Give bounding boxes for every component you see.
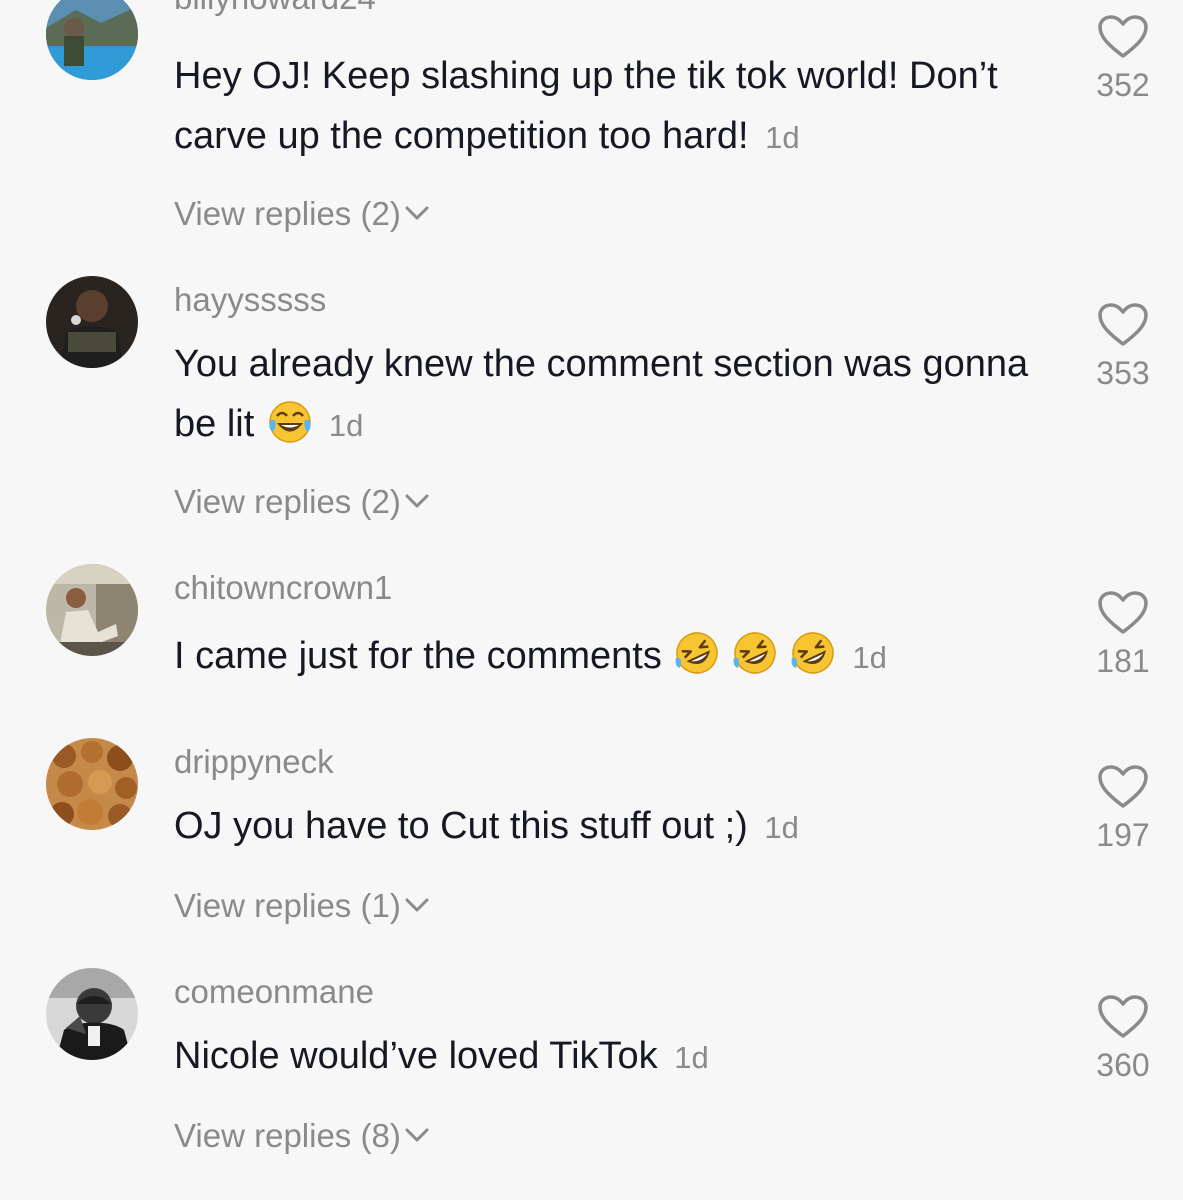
like-count: 197 xyxy=(1096,817,1150,853)
face-with-tears-of-joy-icon xyxy=(265,396,315,446)
avatar[interactable] xyxy=(46,276,138,368)
comment-body: Hey OJ! Keep slashing up the tik tok wor… xyxy=(174,55,998,157)
view-replies-button[interactable]: View replies (1) xyxy=(174,886,431,926)
view-replies-button[interactable]: View replies (2) xyxy=(174,482,431,522)
rolling-on-floor-laughing-icon xyxy=(730,628,780,678)
chevron-down-icon xyxy=(403,491,431,511)
like-count: 181 xyxy=(1096,643,1150,679)
heart-icon[interactable] xyxy=(1097,14,1149,60)
comment-username[interactable]: drippyneck xyxy=(174,742,334,782)
like-control: 352 xyxy=(1080,14,1166,104)
like-control: 353 xyxy=(1080,302,1166,392)
like-count: 353 xyxy=(1096,355,1150,391)
comment-text: You already knew the comment section was… xyxy=(174,334,1054,456)
like-control: 360 xyxy=(1080,994,1166,1084)
avatar[interactable] xyxy=(46,968,138,1060)
rolling-on-floor-laughing-icon xyxy=(672,628,722,678)
avatar[interactable] xyxy=(46,738,138,830)
like-control: 197 xyxy=(1080,764,1166,854)
comment-list: billyhoward24 Hey OJ! Keep slashing up t… xyxy=(0,0,1183,1200)
heart-icon[interactable] xyxy=(1097,302,1149,348)
view-replies-button[interactable]: View replies (2) xyxy=(174,194,431,234)
avatar[interactable] xyxy=(46,564,138,656)
avatar[interactable] xyxy=(46,0,138,80)
like-count: 360 xyxy=(1096,1047,1150,1083)
view-replies-label: View replies (8) xyxy=(174,1117,401,1154)
chevron-down-icon xyxy=(403,1125,431,1145)
comment-body: Nicole would’ve loved TikTok xyxy=(174,1035,658,1077)
chevron-down-icon xyxy=(403,203,431,223)
comment-username[interactable]: comeonmane xyxy=(174,972,374,1012)
heart-icon[interactable] xyxy=(1097,994,1149,1040)
comment-text: Nicole would’ve loved TikTok 1d xyxy=(174,1026,1054,1088)
comment-text: OJ you have to Cut this stuff out ;) 1d xyxy=(174,796,1054,858)
like-count: 352 xyxy=(1096,67,1150,103)
comment-username[interactable]: billyhoward24 xyxy=(174,0,376,18)
comment-text: I came just for the comments 1d xyxy=(174,626,1054,688)
comment-time: 1d xyxy=(852,640,887,675)
view-replies-label: View replies (2) xyxy=(174,483,401,520)
comment-body: OJ you have to Cut this stuff out ;) xyxy=(174,805,748,847)
comment-time: 1d xyxy=(674,1040,709,1075)
comment-username[interactable]: chitowncrown1 xyxy=(174,568,392,608)
comment-time: 1d xyxy=(765,120,800,155)
heart-icon[interactable] xyxy=(1097,590,1149,636)
comment-time: 1d xyxy=(764,810,799,845)
heart-icon[interactable] xyxy=(1097,764,1149,810)
view-replies-button[interactable]: View replies (8) xyxy=(174,1116,431,1156)
comment-body: I came just for the comments xyxy=(174,635,662,677)
view-replies-label: View replies (2) xyxy=(174,195,401,232)
rolling-on-floor-laughing-icon xyxy=(788,628,838,678)
comment-time: 1d xyxy=(328,408,364,443)
comment-username[interactable]: hayysssss xyxy=(174,280,326,320)
comment-text: Hey OJ! Keep slashing up the tik tok wor… xyxy=(174,46,1054,168)
like-control: 181 xyxy=(1080,590,1166,680)
chevron-down-icon xyxy=(403,895,431,915)
view-replies-label: View replies (1) xyxy=(174,887,401,924)
